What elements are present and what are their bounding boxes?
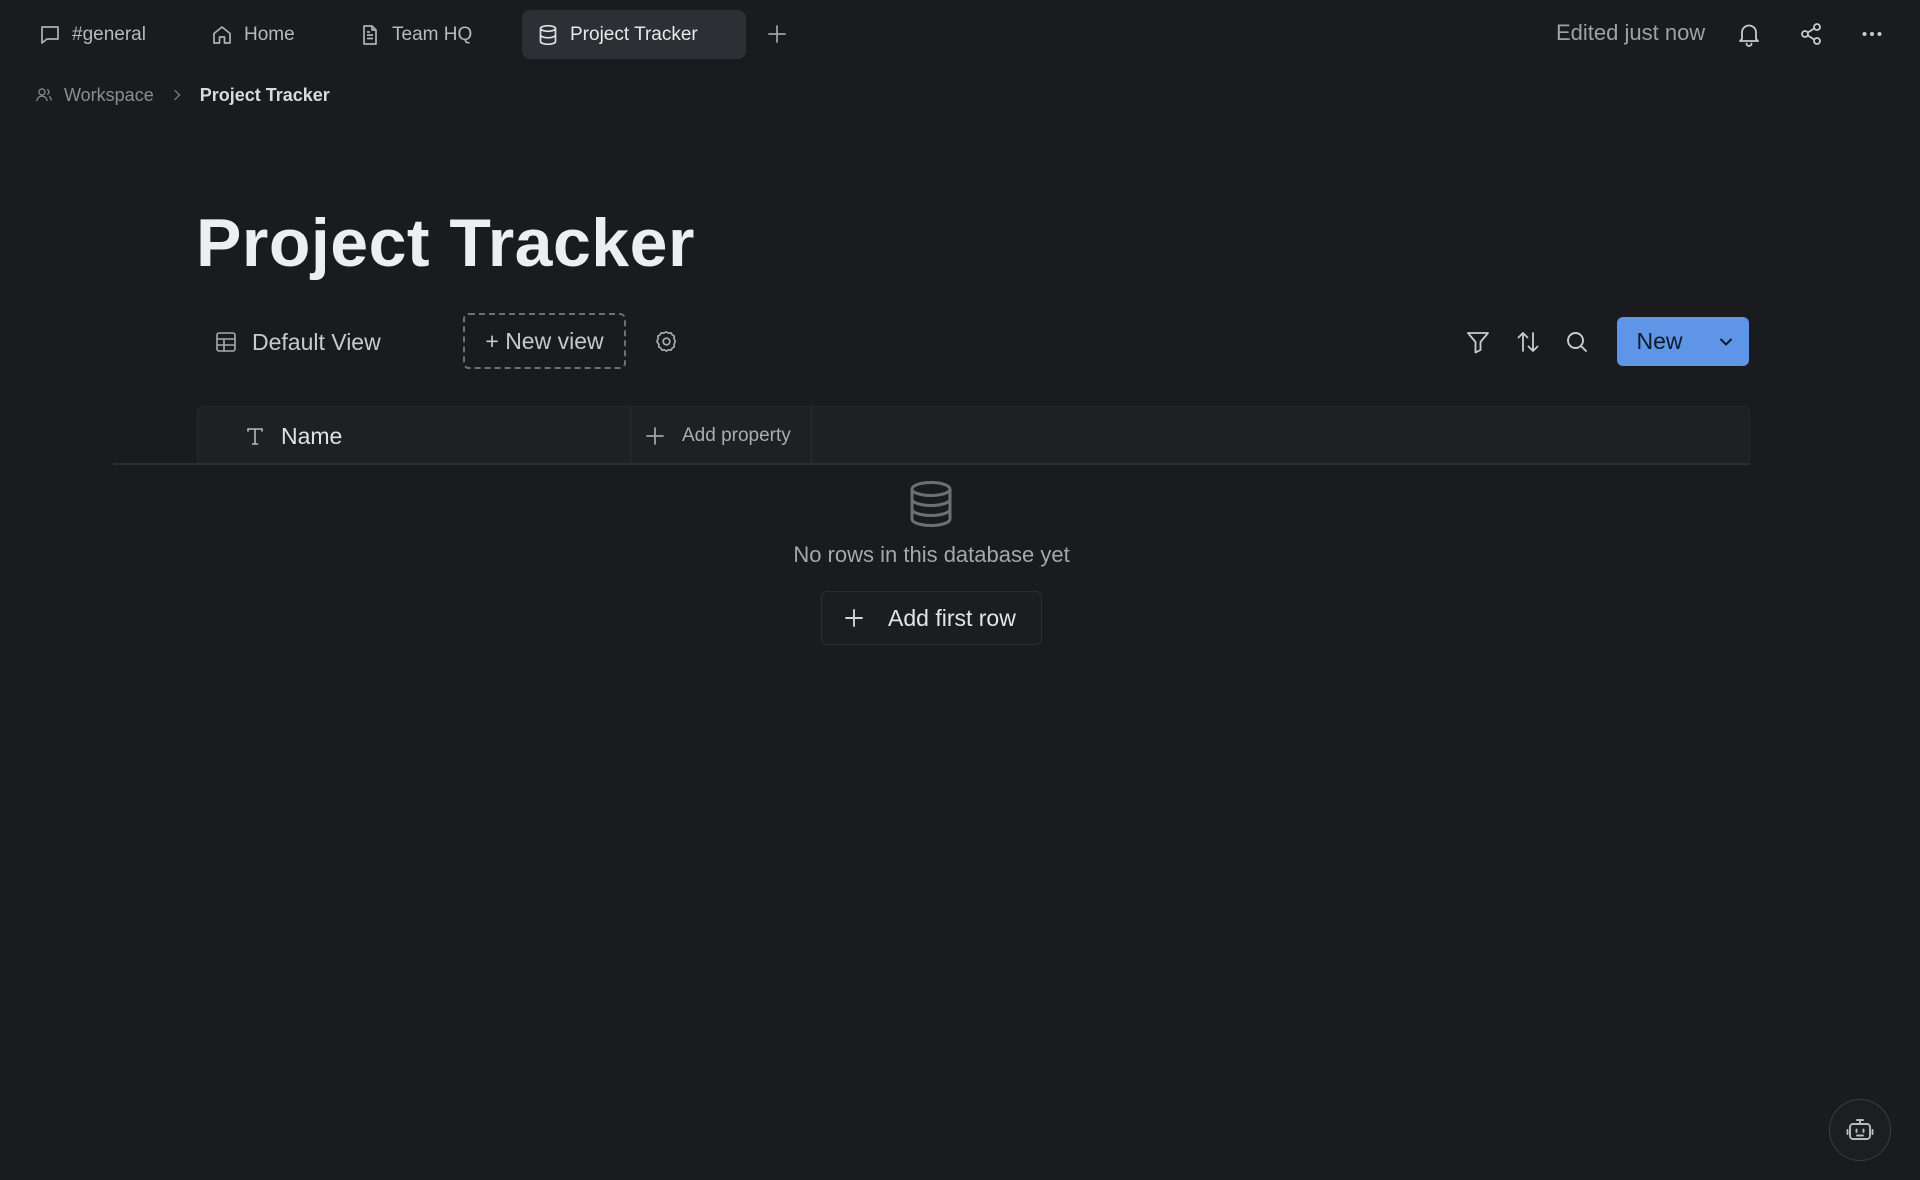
page-title[interactable]: Project Tracker <box>196 204 695 282</box>
default-view-tab[interactable]: Default View <box>214 322 381 362</box>
tab-label: Team HQ <box>392 23 473 45</box>
breadcrumb: Workspace Project Tracker <box>34 82 330 108</box>
home-icon <box>210 23 234 47</box>
database-icon <box>908 480 954 528</box>
filter-icon[interactable] <box>1464 328 1492 356</box>
table-divider <box>113 463 1750 465</box>
new-view-button[interactable]: + New view <box>463 313 626 369</box>
tab-label: Home <box>244 23 295 45</box>
sort-icon[interactable] <box>1514 328 1542 356</box>
new-button[interactable]: New <box>1617 317 1702 366</box>
users-icon <box>34 85 54 105</box>
breadcrumb-workspace[interactable]: Workspace <box>64 85 154 106</box>
new-dropdown-button[interactable] <box>1702 317 1749 366</box>
plus-icon <box>842 606 866 630</box>
tab-bar: #general Home Team HQ Project Tracker Ed… <box>0 0 1920 66</box>
edited-status: Edited just now <box>1556 20 1706 45</box>
search-icon[interactable] <box>1563 328 1591 356</box>
table-header: Name Add property <box>197 406 1750 465</box>
tab-home[interactable]: Home <box>196 10 309 59</box>
add-first-row-button[interactable]: Add first row <box>821 591 1042 645</box>
gear-icon[interactable] <box>654 329 679 354</box>
table-icon <box>214 330 238 354</box>
more-options-icon[interactable] <box>1858 20 1886 48</box>
tab-general[interactable]: #general <box>24 10 160 59</box>
tab-label: #general <box>72 23 146 45</box>
text-type-icon <box>243 424 267 448</box>
empty-state-message: No rows in this database yet <box>793 542 1070 567</box>
bell-icon[interactable] <box>1735 20 1763 48</box>
add-tab-icon[interactable] <box>763 20 791 48</box>
assistant-button[interactable] <box>1829 1099 1891 1161</box>
message-square-icon <box>38 23 62 47</box>
breadcrumb-current[interactable]: Project Tracker <box>200 85 330 106</box>
add-property-label: Add property <box>682 425 791 446</box>
chevron-right-icon <box>170 88 184 102</box>
tab-project-tracker[interactable]: Project Tracker <box>522 10 746 59</box>
add-first-row-label: Add first row <box>888 604 1016 631</box>
column-label: Name <box>281 422 343 449</box>
default-view-label: Default View <box>252 328 381 355</box>
column-header-name[interactable]: Name <box>198 407 631 465</box>
share-icon[interactable] <box>1797 20 1825 48</box>
chevron-down-icon <box>1716 332 1736 352</box>
add-property-button[interactable]: Add property <box>632 407 812 465</box>
document-icon <box>358 23 382 47</box>
bot-icon <box>1845 1115 1875 1145</box>
tab-team-hq[interactable]: Team HQ <box>344 10 486 59</box>
database-icon <box>536 23 560 47</box>
tab-label: Project Tracker <box>570 23 698 45</box>
new-button-group: New <box>1617 317 1749 366</box>
plus-icon <box>644 425 666 447</box>
